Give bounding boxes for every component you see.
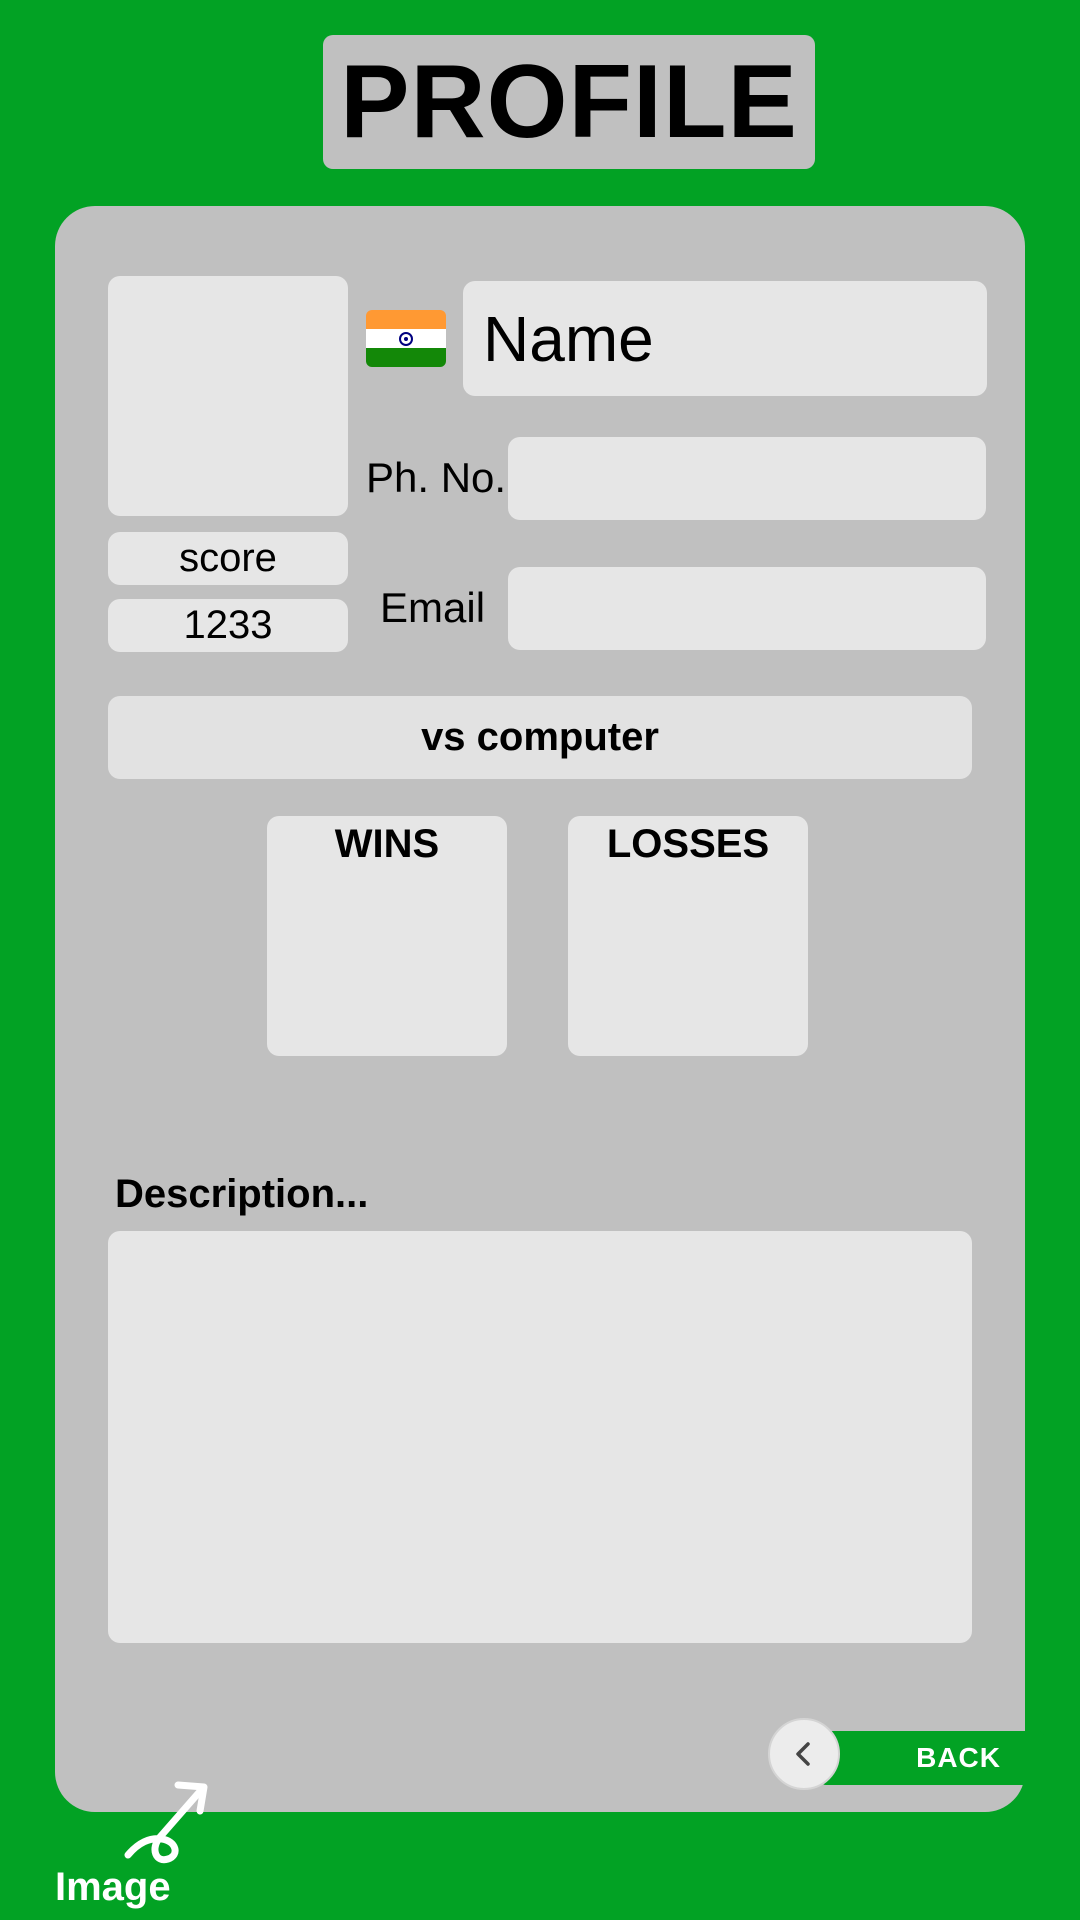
score-value-box: 1233 — [108, 599, 348, 652]
wins-box: WINS — [267, 816, 507, 1056]
name-field[interactable]: Name — [463, 281, 987, 396]
chevron-left-icon[interactable] — [768, 1718, 840, 1790]
vs-computer-label: vs computer — [421, 715, 659, 759]
losses-box: LOSSES — [568, 816, 808, 1056]
profile-card: Name Ph. No. Email score 1233 vs compute… — [55, 206, 1044, 1812]
page-title: PROFILE — [340, 44, 798, 160]
phone-label: Ph. No. — [366, 454, 507, 501]
losses-label: LOSSES — [606, 822, 770, 866]
vs-computer-button[interactable]: vs computer — [108, 696, 972, 779]
phone-field[interactable] — [508, 437, 986, 520]
email-label: Email — [380, 584, 486, 631]
email-field[interactable] — [508, 567, 986, 650]
back-button[interactable]: BACK — [820, 1731, 1044, 1785]
description-label: Description... — [115, 1172, 369, 1216]
image-arrow-icon[interactable] — [120, 1775, 220, 1865]
title-box: PROFILE — [323, 35, 815, 169]
wins-label: WINS — [334, 822, 440, 866]
score-label: score — [179, 536, 277, 580]
image-label[interactable]: Image — [55, 1865, 171, 1910]
avatar-placeholder[interactable] — [108, 276, 348, 516]
description-field[interactable] — [108, 1231, 972, 1643]
back-label: BACK — [916, 1742, 1001, 1773]
score-value: 1233 — [183, 603, 273, 647]
india-flag-icon[interactable] — [366, 310, 446, 367]
score-label-box: score — [108, 532, 348, 585]
name-text: Name — [483, 302, 654, 375]
